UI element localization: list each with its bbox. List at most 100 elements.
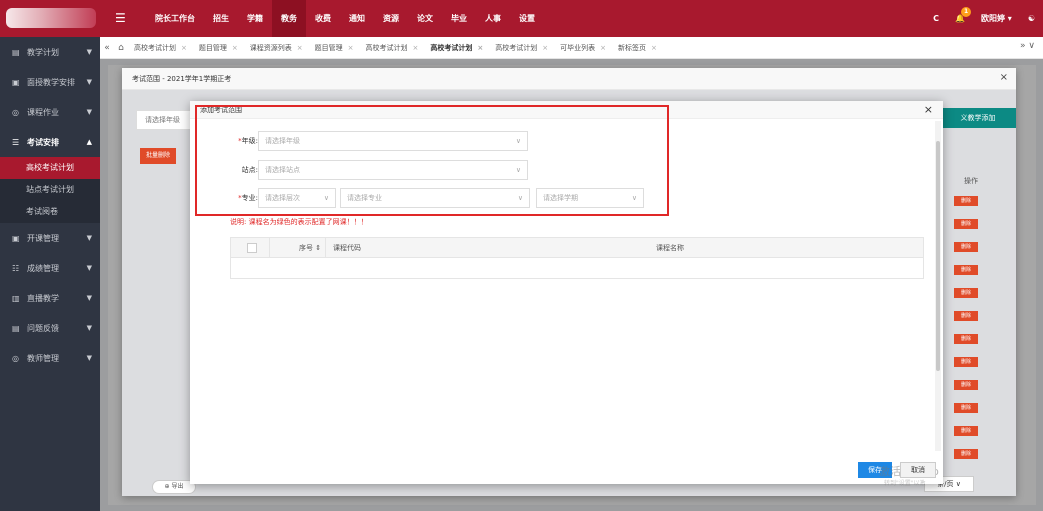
sidebar: ▤ 教学计划 ▼ ▣ 面授教学安排 ▼ ◎ 课程作业 ▼ ☰ 考试安排 ▲ 高校考试计划 站点考试计划 考试… — [0, 37, 100, 511]
top-nav-item[interactable]: 收费 — [306, 0, 340, 37]
tab[interactable]: 可毕业列表 × — [554, 43, 612, 53]
top-nav-item[interactable]: 设置 — [510, 0, 544, 37]
top-nav-item[interactable]: 招生 — [204, 0, 238, 37]
delete-row-button[interactable]: 删除 — [954, 334, 978, 344]
delete-row-button[interactable]: 删除 — [954, 357, 978, 367]
sidebar-item[interactable]: ▤ 问题反馈 ▼ — [0, 313, 100, 343]
major-select[interactable]: 请选择专业 ∨ — [340, 188, 530, 208]
tab-close-icon[interactable]: × — [348, 44, 354, 52]
bell-icon[interactable]: 🔔 1 — [955, 7, 972, 23]
sidebar-subitem[interactable]: 考试阅卷 — [0, 201, 100, 223]
sidebar-item-label: 课程作业 — [27, 107, 59, 117]
top-nav-item[interactable]: 学籍 — [238, 0, 272, 37]
dialog-title: 考试范围 - 2021学年1学期正考 — [122, 68, 1016, 90]
term-select[interactable]: 请选择学期 ∨ — [536, 188, 644, 208]
cancel-button[interactable]: 取消 — [900, 462, 936, 478]
sidebar-item[interactable]: ◎ 课程作业 ▼ — [0, 97, 100, 127]
sidebar-item[interactable]: ▣ 开课管理 ▼ — [0, 223, 100, 253]
delete-row-button[interactable]: 删除 — [954, 196, 978, 206]
scrollbar[interactable] — [935, 121, 941, 451]
sidebar-item-label: 直播教学 — [27, 293, 59, 303]
sidebar-item[interactable]: ☷ 成绩管理 ▼ — [0, 253, 100, 283]
sidebar-item-label: 面授教学安排 — [27, 77, 75, 87]
top-right-area: C 🔔 1 欧阳婷 ▾ ☯ — [933, 0, 1035, 37]
top-nav-item[interactable]: 论文 — [408, 0, 442, 37]
top-nav-item[interactable]: 毕业 — [442, 0, 476, 37]
delete-row-button[interactable]: 删除 — [954, 380, 978, 390]
top-nav-item[interactable]: 人事 — [476, 0, 510, 37]
top-nav-item[interactable]: 院长工作台 — [146, 0, 204, 37]
grade-row: *年级: 请选择年级 ∨ — [224, 131, 528, 151]
tab-close-icon[interactable]: × — [297, 44, 303, 52]
close-icon[interactable]: × — [924, 103, 933, 116]
tab-close-icon[interactable]: × — [413, 44, 419, 52]
tabs-back-icon[interactable]: « — [100, 43, 114, 53]
tab[interactable]: 高校考试计划 × — [128, 43, 193, 53]
level-select[interactable]: 请选择层次 ∨ — [258, 188, 336, 208]
chevron-down-icon: ▼ — [86, 234, 92, 242]
sidebar-subitem[interactable]: 高校考试计划 — [0, 157, 100, 179]
home-icon[interactable]: ⌂ — [114, 43, 128, 53]
delete-row-button[interactable]: 删除 — [954, 242, 978, 252]
schedule-icon: ▣ — [12, 77, 20, 87]
user-menu[interactable]: 欧阳婷 ▾ — [981, 13, 1012, 24]
delete-row-button[interactable]: 删除 — [954, 265, 978, 275]
tab-close-icon[interactable]: × — [542, 44, 548, 52]
delete-row-button[interactable]: 删除 — [954, 311, 978, 321]
batch-delete-button[interactable]: 批量删除 — [140, 148, 176, 164]
teacher-icon: ◎ — [12, 353, 19, 363]
tab[interactable]: 高校考试计划 × — [489, 43, 554, 53]
close-icon[interactable]: × — [1000, 72, 1008, 83]
notification-badge: 1 — [961, 7, 972, 17]
delete-row-button[interactable]: 删除 — [954, 288, 978, 298]
chevron-down-icon: ▼ — [86, 264, 92, 272]
top-bar: ☰ 院长工作台 招生 学籍 教务 收费 通知 资源 论文 毕业 人事 设置 C 🔔 1 欧阳婷 ▾ ☯ — [0, 0, 1043, 37]
col-seq[interactable]: 序号 ⇕ — [299, 238, 321, 258]
tab[interactable]: 新标签页 × — [612, 43, 663, 53]
chevron-down-icon: ∨ — [515, 166, 521, 174]
chevron-down-icon: ∨ — [515, 137, 521, 145]
tabs-more-icon[interactable]: » ∨ — [1020, 41, 1035, 51]
site-select[interactable]: 请选择站点 ∨ — [258, 160, 528, 180]
chevron-down-icon: ∨ — [517, 194, 523, 202]
tab[interactable]: 课程资源列表 × — [244, 43, 309, 53]
exam-icon: ☰ — [12, 137, 20, 147]
sidebar-item[interactable]: ▣ 面授教学安排 ▼ — [0, 67, 100, 97]
top-nav-item[interactable]: 资源 — [374, 0, 408, 37]
sidebar-item-label: 问题反馈 — [27, 323, 59, 333]
chevron-down-icon: ∨ — [631, 194, 637, 202]
tab-close-icon[interactable]: × — [232, 44, 238, 52]
tab-close-icon[interactable]: × — [600, 44, 606, 52]
tab[interactable]: 高校考试计划 × — [360, 43, 425, 53]
delete-row-button[interactable]: 删除 — [954, 426, 978, 436]
activation-watermark-sub: 转到"设置"以激 — [884, 480, 926, 487]
tab-close-icon[interactable]: × — [651, 44, 657, 52]
grade-select[interactable]: 请选择年级 ∨ — [258, 131, 528, 151]
top-nav-item[interactable]: 通知 — [340, 0, 374, 37]
tab[interactable]: 高校考试计划 × — [424, 43, 489, 53]
delete-row-button[interactable]: 删除 — [954, 449, 978, 459]
tab[interactable]: 题目管理 × — [309, 43, 360, 53]
top-nav: 院长工作台 招生 学籍 教务 收费 通知 资源 论文 毕业 人事 设置 — [146, 0, 544, 37]
tab[interactable]: 题目管理 × — [193, 43, 244, 53]
refresh-icon[interactable]: C — [933, 14, 939, 23]
custom-add-button[interactable]: 义教学添加 — [940, 108, 1016, 128]
menu-toggle-icon[interactable]: ☰ — [115, 11, 126, 25]
sidebar-item[interactable]: ☰ 考试安排 ▲ — [0, 127, 100, 157]
sidebar-item[interactable]: ▥ 直播教学 ▼ — [0, 283, 100, 313]
sidebar-item[interactable]: ◎ 教师管理 ▼ — [0, 343, 100, 373]
sidebar-subitem[interactable]: 站点考试计划 — [0, 179, 100, 201]
chevron-down-icon: ▼ — [86, 108, 92, 116]
top-nav-item[interactable]: 教务 — [272, 0, 306, 37]
sidebar-item-label: 考试安排 — [27, 137, 59, 147]
tab-close-icon[interactable]: × — [181, 44, 187, 52]
delete-row-button[interactable]: 删除 — [954, 403, 978, 413]
theme-icon[interactable]: ☯ — [1028, 14, 1035, 23]
chevron-down-icon: ∨ — [323, 194, 329, 202]
delete-row-button[interactable]: 删除 — [954, 219, 978, 229]
live-icon: ▥ — [12, 293, 20, 303]
sidebar-item[interactable]: ▤ 教学计划 ▼ — [0, 37, 100, 67]
tab-close-icon[interactable]: × — [477, 44, 483, 52]
chevron-down-icon: ▼ — [86, 294, 92, 302]
select-all-checkbox[interactable] — [247, 243, 257, 253]
